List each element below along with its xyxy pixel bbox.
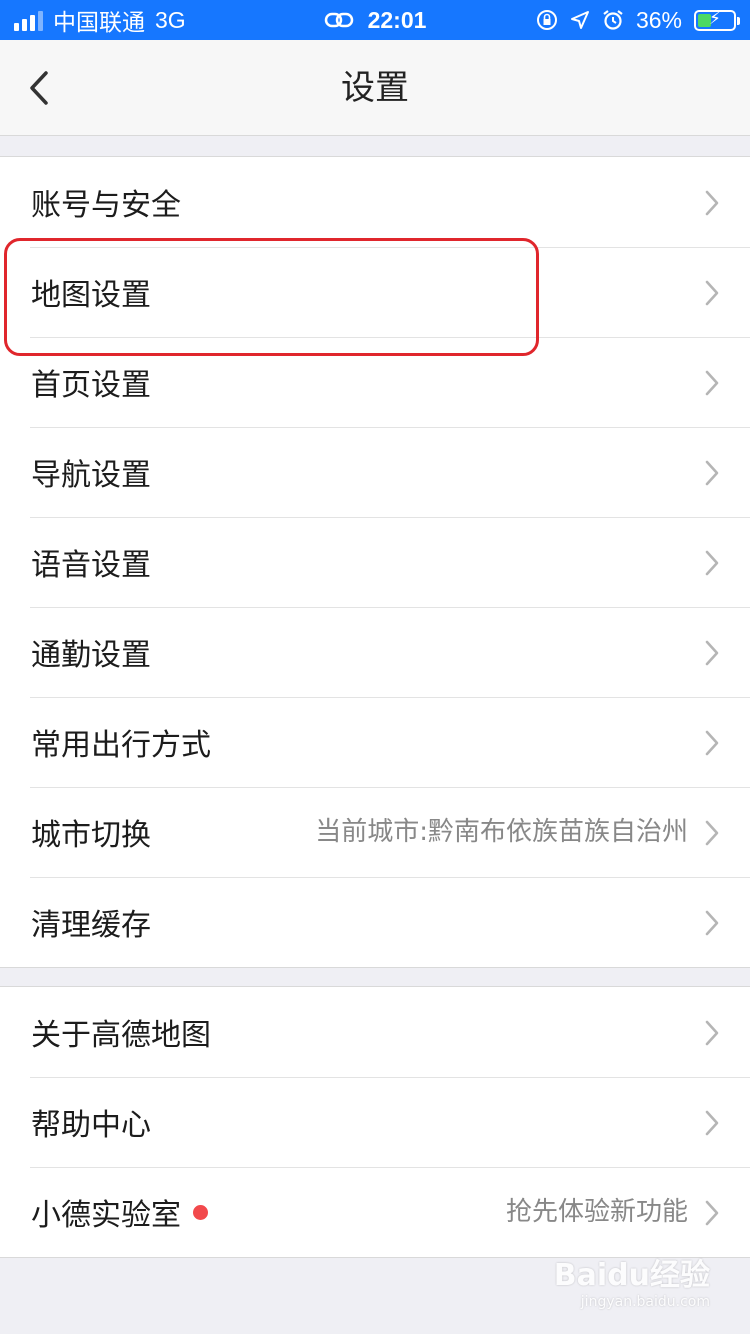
settings-row[interactable]: 小德实验室 抢先体验新功能 [0,1167,750,1257]
settings-row-label: 通勤设置 [31,638,151,673]
status-bar: 中国联通 3G 22:01 36% ⚡ [0,0,750,40]
page-title: 设置 [341,68,409,108]
chevron-right-icon [705,370,719,396]
settings-row-label: 清理缓存 [31,908,151,943]
settings-row-label: 小德实验室 [31,1198,181,1233]
time-label: 22:01 [367,6,427,33]
status-right: 36% ⚡ [536,0,740,40]
battery-icon: ⚡ [694,9,740,31]
watermark-brand: Baidu经验 [553,1258,710,1293]
chevron-right-icon [705,1200,719,1226]
new-badge-dot [193,1204,208,1220]
settings-row-label: 地图设置 [31,278,151,313]
settings-row-value: 当前城市:黔南布依族苗族自治州 [315,817,688,847]
settings-row-label: 导航设置 [31,458,151,493]
settings-row[interactable]: 城市切换 当前城市:黔南布依族苗族自治州 [0,787,750,877]
alarm-icon [603,10,623,30]
link-icon [324,12,353,28]
settings-row[interactable]: 关于高德地图 [0,987,750,1077]
settings-row[interactable]: 语音设置 [0,517,750,607]
chevron-right-icon [705,550,719,576]
settings-row-label: 首页设置 [31,368,151,403]
settings-row-label: 帮助中心 [31,1108,151,1143]
chevron-right-icon [705,280,719,306]
settings-row-label: 城市切换 [31,818,151,853]
settings-row-label: 账号与安全 [31,188,181,223]
rotation-lock-icon [536,10,557,30]
chevron-right-icon [705,1020,719,1046]
settings-row-label: 语音设置 [31,548,151,583]
chevron-right-icon [705,730,719,756]
settings-row[interactable]: 账号与安全 [0,157,750,247]
chevron-right-icon [705,910,719,936]
battery-percent: 36% [635,6,682,33]
chevron-right-icon [705,820,719,846]
watermark-url: jingyan.baidu.com [580,1294,710,1310]
chevron-right-icon [705,640,719,666]
settings-row-label: 关于高德地图 [31,1018,211,1053]
baidu-jingyan-watermark: Baidu经验 jingyan.baidu.com [554,1250,710,1310]
settings-row-label: 常用出行方式 [31,728,211,763]
settings-row[interactable]: 清理缓存 [0,877,750,967]
chevron-right-icon [705,190,719,216]
chevron-right-icon [705,1110,719,1136]
settings-row[interactable]: 通勤设置 [0,607,750,697]
chevron-right-icon [705,460,719,486]
settings-group-about: 关于高德地图 帮助中心 小德实验室 抢先体验新功能 [0,986,750,1258]
settings-row[interactable]: 导航设置 [0,427,750,517]
settings-row[interactable]: 首页设置 [0,337,750,427]
settings-row[interactable]: 地图设置 [0,247,750,337]
navigation-bar: 设置 [0,40,750,136]
settings-row-value: 抢先体验新功能 [505,1197,688,1227]
settings-group-main: 账号与安全 地图设置 首页设置 导航设置 语音设置 通勤设置 常用出行方式 城市… [0,156,750,968]
settings-row[interactable]: 常用出行方式 [0,697,750,787]
location-arrow-icon [570,11,589,29]
settings-row[interactable]: 帮助中心 [0,1077,750,1167]
